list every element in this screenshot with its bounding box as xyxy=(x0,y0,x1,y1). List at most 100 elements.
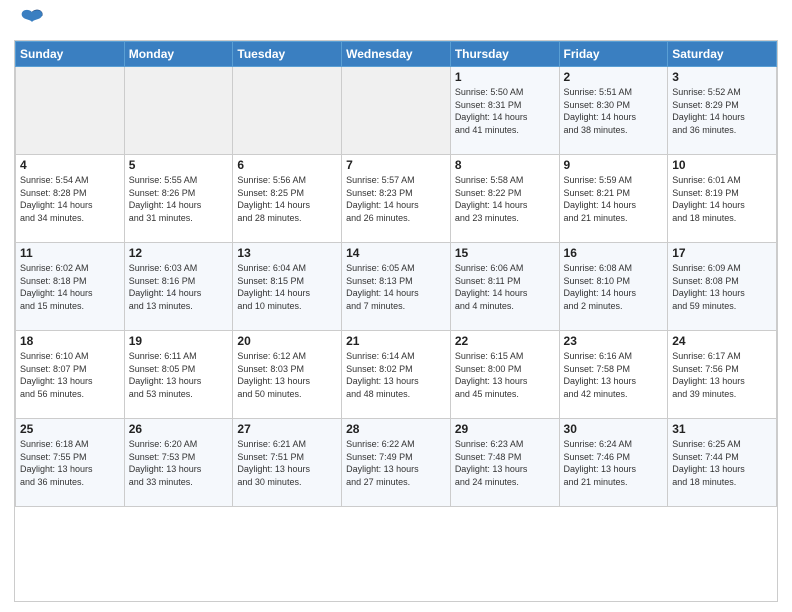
day-number: 18 xyxy=(20,334,120,348)
day-info: Sunrise: 6:23 AM Sunset: 7:48 PM Dayligh… xyxy=(455,438,555,488)
calendar-cell: 23Sunrise: 6:16 AM Sunset: 7:58 PM Dayli… xyxy=(559,331,668,419)
day-number: 3 xyxy=(672,70,772,84)
day-info: Sunrise: 5:52 AM Sunset: 8:29 PM Dayligh… xyxy=(672,86,772,136)
day-info: Sunrise: 5:51 AM Sunset: 8:30 PM Dayligh… xyxy=(564,86,664,136)
day-info: Sunrise: 6:21 AM Sunset: 7:51 PM Dayligh… xyxy=(237,438,337,488)
day-info: Sunrise: 6:04 AM Sunset: 8:15 PM Dayligh… xyxy=(237,262,337,312)
calendar-cell: 16Sunrise: 6:08 AM Sunset: 8:10 PM Dayli… xyxy=(559,243,668,331)
day-number: 6 xyxy=(237,158,337,172)
calendar-cell: 9 Sunrise: 5:59 AM Sunset: 8:21 PM Daylig… xyxy=(559,155,668,243)
header-row: SundayMondayTuesdayWednesdayThursdayFrid… xyxy=(16,42,777,67)
calendar-cell: 27 Sunrise: 6:21 AM Sunset: 7:51 PM Dayli… xyxy=(233,419,342,507)
calendar-body: 1 Sunrise: 5:50 AM Sunset: 8:31 PM Daylig… xyxy=(16,67,777,507)
calendar-cell: 13 Sunrise: 6:04 AM Sunset: 8:15 PM Dayli… xyxy=(233,243,342,331)
calendar-cell: 20Sunrise: 6:12 AM Sunset: 8:03 PM Dayli… xyxy=(233,331,342,419)
calendar-cell xyxy=(124,67,233,155)
day-info: Sunrise: 6:20 AM Sunset: 7:53 PM Dayligh… xyxy=(129,438,229,488)
calendar-cell: 7Sunrise: 5:57 AM Sunset: 8:23 PM Daylig… xyxy=(342,155,451,243)
header xyxy=(14,10,778,34)
day-info: Sunrise: 6:10 AM Sunset: 8:07 PM Dayligh… xyxy=(20,350,120,400)
calendar-cell: 11Sunrise: 6:02 AM Sunset: 8:18 PM Dayli… xyxy=(16,243,125,331)
day-info: Sunrise: 6:14 AM Sunset: 8:02 PM Dayligh… xyxy=(346,350,446,400)
calendar-cell: 18 Sunrise: 6:10 AM Sunset: 8:07 PM Dayli… xyxy=(16,331,125,419)
day-info: Sunrise: 6:11 AM Sunset: 8:05 PM Dayligh… xyxy=(129,350,229,400)
header-cell-sunday: Sunday xyxy=(16,42,125,67)
calendar-cell: 6 Sunrise: 5:56 AM Sunset: 8:25 PM Daylig… xyxy=(233,155,342,243)
header-cell-tuesday: Tuesday xyxy=(233,42,342,67)
day-number: 12 xyxy=(129,246,229,260)
calendar-cell: 31 Sunrise: 6:25 AM Sunset: 7:44 PM Dayli… xyxy=(668,419,777,507)
header-cell-monday: Monday xyxy=(124,42,233,67)
day-info: Sunrise: 6:18 AM Sunset: 7:55 PM Dayligh… xyxy=(20,438,120,488)
calendar-header: SundayMondayTuesdayWednesdayThursdayFrid… xyxy=(16,42,777,67)
day-info: Sunrise: 5:54 AM Sunset: 8:28 PM Dayligh… xyxy=(20,174,120,224)
week-row-4: 18 Sunrise: 6:10 AM Sunset: 8:07 PM Dayli… xyxy=(16,331,777,419)
day-info: Sunrise: 6:08 AM Sunset: 8:10 PM Dayligh… xyxy=(564,262,664,312)
day-number: 9 xyxy=(564,158,664,172)
day-info: Sunrise: 6:25 AM Sunset: 7:44 PM Dayligh… xyxy=(672,438,772,488)
day-number: 14 xyxy=(346,246,446,260)
day-number: 8 xyxy=(455,158,555,172)
calendar-cell: 28 Sunrise: 6:22 AM Sunset: 7:49 PM Dayli… xyxy=(342,419,451,507)
day-info: Sunrise: 6:09 AM Sunset: 8:08 PM Dayligh… xyxy=(672,262,772,312)
day-info: Sunrise: 5:58 AM Sunset: 8:22 PM Dayligh… xyxy=(455,174,555,224)
day-number: 25 xyxy=(20,422,120,436)
logo-bird-icon xyxy=(18,6,46,34)
day-info: Sunrise: 6:24 AM Sunset: 7:46 PM Dayligh… xyxy=(564,438,664,488)
day-info: Sunrise: 5:56 AM Sunset: 8:25 PM Dayligh… xyxy=(237,174,337,224)
day-number: 22 xyxy=(455,334,555,348)
day-number: 15 xyxy=(455,246,555,260)
day-number: 21 xyxy=(346,334,446,348)
day-info: Sunrise: 5:57 AM Sunset: 8:23 PM Dayligh… xyxy=(346,174,446,224)
day-number: 26 xyxy=(129,422,229,436)
day-number: 30 xyxy=(564,422,664,436)
day-info: Sunrise: 5:55 AM Sunset: 8:26 PM Dayligh… xyxy=(129,174,229,224)
calendar-cell: 15 Sunrise: 6:06 AM Sunset: 8:11 PM Dayli… xyxy=(450,243,559,331)
day-info: Sunrise: 6:17 AM Sunset: 7:56 PM Dayligh… xyxy=(672,350,772,400)
day-number: 19 xyxy=(129,334,229,348)
calendar-cell xyxy=(233,67,342,155)
day-number: 2 xyxy=(564,70,664,84)
day-number: 23 xyxy=(564,334,664,348)
calendar-cell: 1 Sunrise: 5:50 AM Sunset: 8:31 PM Daylig… xyxy=(450,67,559,155)
calendar-cell: 2 Sunrise: 5:51 AM Sunset: 8:30 PM Daylig… xyxy=(559,67,668,155)
day-info: Sunrise: 6:05 AM Sunset: 8:13 PM Dayligh… xyxy=(346,262,446,312)
calendar-cell xyxy=(16,67,125,155)
week-row-3: 11Sunrise: 6:02 AM Sunset: 8:18 PM Dayli… xyxy=(16,243,777,331)
calendar-cell: 4 Sunrise: 5:54 AM Sunset: 8:28 PM Daylig… xyxy=(16,155,125,243)
calendar-cell: 12Sunrise: 6:03 AM Sunset: 8:16 PM Dayli… xyxy=(124,243,233,331)
calendar-cell: 24Sunrise: 6:17 AM Sunset: 7:56 PM Dayli… xyxy=(668,331,777,419)
calendar-table: SundayMondayTuesdayWednesdayThursdayFrid… xyxy=(15,41,777,507)
calendar-cell: 30 Sunrise: 6:24 AM Sunset: 7:46 PM Dayli… xyxy=(559,419,668,507)
calendar-cell: 8 Sunrise: 5:58 AM Sunset: 8:22 PM Daylig… xyxy=(450,155,559,243)
calendar-cell: 10Sunrise: 6:01 AM Sunset: 8:19 PM Dayli… xyxy=(668,155,777,243)
calendar-cell: 5Sunrise: 5:55 AM Sunset: 8:26 PM Daylig… xyxy=(124,155,233,243)
day-number: 13 xyxy=(237,246,337,260)
day-info: Sunrise: 5:50 AM Sunset: 8:31 PM Dayligh… xyxy=(455,86,555,136)
day-number: 20 xyxy=(237,334,337,348)
day-number: 1 xyxy=(455,70,555,84)
day-info: Sunrise: 5:59 AM Sunset: 8:21 PM Dayligh… xyxy=(564,174,664,224)
calendar-cell xyxy=(342,67,451,155)
calendar-cell: 21 Sunrise: 6:14 AM Sunset: 8:02 PM Dayli… xyxy=(342,331,451,419)
day-number: 29 xyxy=(455,422,555,436)
day-number: 28 xyxy=(346,422,446,436)
day-info: Sunrise: 6:22 AM Sunset: 7:49 PM Dayligh… xyxy=(346,438,446,488)
calendar-cell: 3 Sunrise: 5:52 AM Sunset: 8:29 PM Daylig… xyxy=(668,67,777,155)
day-number: 31 xyxy=(672,422,772,436)
week-row-5: 25 Sunrise: 6:18 AM Sunset: 7:55 PM Dayli… xyxy=(16,419,777,507)
calendar-cell: 22 Sunrise: 6:15 AM Sunset: 8:00 PM Dayli… xyxy=(450,331,559,419)
calendar-cell: 25 Sunrise: 6:18 AM Sunset: 7:55 PM Dayli… xyxy=(16,419,125,507)
calendar-cell: 19 Sunrise: 6:11 AM Sunset: 8:05 PM Dayli… xyxy=(124,331,233,419)
day-number: 4 xyxy=(20,158,120,172)
header-cell-saturday: Saturday xyxy=(668,42,777,67)
week-row-1: 1 Sunrise: 5:50 AM Sunset: 8:31 PM Daylig… xyxy=(16,67,777,155)
day-info: Sunrise: 6:06 AM Sunset: 8:11 PM Dayligh… xyxy=(455,262,555,312)
page: SundayMondayTuesdayWednesdayThursdayFrid… xyxy=(0,0,792,612)
header-cell-thursday: Thursday xyxy=(450,42,559,67)
day-info: Sunrise: 6:15 AM Sunset: 8:00 PM Dayligh… xyxy=(455,350,555,400)
calendar-cell: 14 Sunrise: 6:05 AM Sunset: 8:13 PM Dayli… xyxy=(342,243,451,331)
day-number: 27 xyxy=(237,422,337,436)
calendar-cell: 26 Sunrise: 6:20 AM Sunset: 7:53 PM Dayli… xyxy=(124,419,233,507)
week-row-2: 4 Sunrise: 5:54 AM Sunset: 8:28 PM Daylig… xyxy=(16,155,777,243)
